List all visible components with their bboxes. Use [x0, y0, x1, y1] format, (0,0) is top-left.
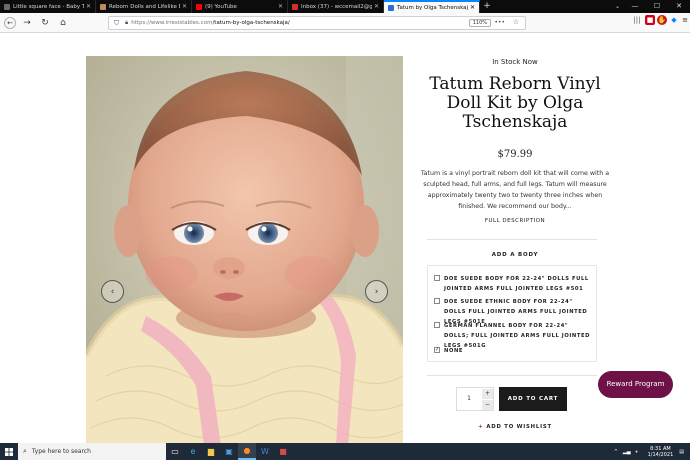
- product-price: $79.99: [497, 149, 533, 160]
- tab-list-icon[interactable]: ⌄: [615, 0, 620, 13]
- option-label: DOE SUEDE BODY FOR 22-24" DOLLS FULL JOI…: [444, 276, 589, 292]
- gmail-icon: [292, 3, 298, 10]
- volume-icon[interactable]: 🔈︎: [636, 449, 639, 455]
- navigation-bar: ← → ↻ ⌂ ⛉ 🔒︎ https://www.irresistables.c…: [0, 13, 690, 33]
- close-icon[interactable]: ✕: [182, 3, 187, 10]
- quantity-stepper: 1 + −: [456, 387, 494, 411]
- extension-shield-icon[interactable]: ◆: [669, 15, 679, 25]
- menu-icon[interactable]: ≡: [680, 15, 690, 25]
- clock[interactable]: 8:31 AM 1/14/2021: [648, 446, 674, 458]
- home-icon[interactable]: ⌂: [56, 16, 70, 30]
- option-label: NONE: [444, 348, 464, 354]
- chevron-up-icon[interactable]: ^: [614, 449, 618, 455]
- checkbox[interactable]: [434, 275, 440, 281]
- close-icon[interactable]: ✕: [86, 3, 91, 10]
- tab-label: Tatum by Olga Tschenskaja: [397, 4, 468, 11]
- close-icon[interactable]: ✕: [278, 3, 283, 10]
- bookmark-star-icon[interactable]: ☆: [513, 18, 519, 26]
- tab-reborn-dolls[interactable]: Reborn Dolls and Lifelike Baby ✕: [96, 0, 192, 13]
- page-favicon-icon: [4, 3, 10, 10]
- body-option-none[interactable]: ✓ NONE: [434, 346, 592, 356]
- quantity-decrease-button[interactable]: −: [482, 400, 493, 410]
- tab-strip: Little square face - Baby Talk - Bour ✕ …: [0, 0, 690, 13]
- address-bar[interactable]: ⛉ 🔒︎ https://www.irresistables.com/tatum…: [108, 16, 526, 30]
- youtube-icon: [196, 3, 202, 10]
- close-window-icon[interactable]: ✕: [668, 0, 690, 13]
- body-option-501[interactable]: DOE SUEDE BODY FOR 22-24" DOLLS FULL JOI…: [434, 274, 592, 294]
- product-photo: [86, 56, 403, 443]
- add-to-cart-button[interactable]: ADD TO CART: [499, 387, 567, 411]
- window-controls: — ☐ ✕: [624, 0, 690, 13]
- extension-adblock-icon[interactable]: ✋: [657, 15, 667, 25]
- app-icon[interactable]: ■: [274, 443, 292, 460]
- zoom-level-button[interactable]: 110%: [468, 19, 491, 27]
- new-tab-button[interactable]: +: [480, 0, 494, 13]
- system-tray: ^ ▂▄ 🔈︎ 8:31 AM 1/14/2021 ▤: [614, 443, 684, 460]
- clock-date: 1/14/2021: [647, 451, 674, 458]
- tab-gmail[interactable]: Inbox (37) - wccemail2@gmail ✕: [288, 0, 384, 13]
- page-favicon-icon: [100, 3, 106, 10]
- edge-icon[interactable]: e: [184, 443, 202, 460]
- quantity-increase-button[interactable]: +: [482, 389, 493, 399]
- minimize-icon[interactable]: —: [624, 0, 646, 13]
- clock-time: 8:31 AM: [650, 445, 671, 452]
- divider: [427, 239, 597, 240]
- chevron-right-icon: ›: [374, 286, 379, 297]
- checkbox-checked[interactable]: ✓: [434, 347, 440, 353]
- windows-start-icon[interactable]: [0, 443, 18, 460]
- divider: [427, 375, 597, 376]
- taskbar-search-box[interactable]: ⌕ Type here to search: [18, 443, 166, 460]
- search-icon: ⌕: [23, 447, 27, 455]
- add-body-heading: ADD A BODY: [491, 252, 539, 258]
- reload-icon[interactable]: ↻: [38, 16, 52, 30]
- firefox-icon[interactable]: ●: [238, 443, 256, 460]
- url-text[interactable]: https://www.irresistables.com/tatum-by-o…: [131, 20, 290, 26]
- body-options-list: DOE SUEDE BODY FOR 22-24" DOLLS FULL JOI…: [427, 265, 597, 362]
- checkbox[interactable]: [434, 322, 440, 328]
- web-page: ‹ › In Stock Now Tatum Reborn Vinyl Doll…: [0, 34, 690, 443]
- network-icon[interactable]: ▂▄: [623, 449, 631, 455]
- library-icon[interactable]: |||: [632, 15, 642, 25]
- tab-label: Reborn Dolls and Lifelike Baby: [109, 3, 180, 10]
- previous-image-button[interactable]: ‹: [101, 280, 124, 303]
- back-icon[interactable]: ←: [4, 16, 16, 29]
- quantity-input[interactable]: 1: [457, 388, 481, 410]
- tab-label: Little square face - Baby Talk - Bour: [13, 3, 84, 10]
- full-description-link[interactable]: FULL DESCRIPTION: [420, 218, 610, 224]
- tab-youtube[interactable]: (9) YouTube ✕: [192, 0, 288, 13]
- close-icon[interactable]: ✕: [470, 4, 475, 11]
- page-actions-icon[interactable]: •••: [494, 19, 505, 26]
- page-favicon-icon: [388, 4, 394, 11]
- stock-status: In Stock Now: [492, 58, 538, 66]
- search-placeholder: Type here to search: [31, 448, 91, 455]
- store-icon[interactable]: ▣: [220, 443, 238, 460]
- tab-tatum[interactable]: Tatum by Olga Tschenskaja ✕: [384, 0, 480, 13]
- tab-label: (9) YouTube: [205, 3, 237, 10]
- forward-icon[interactable]: →: [20, 16, 34, 30]
- tab-label: Inbox (37) - wccemail2@gmail: [301, 3, 372, 10]
- lock-icon[interactable]: 🔒︎: [125, 19, 128, 27]
- close-icon[interactable]: ✕: [374, 3, 379, 10]
- shield-icon[interactable]: ⛉: [114, 19, 121, 27]
- product-description: Tatum is a vinyl portrait reborn doll ki…: [420, 170, 610, 210]
- plus-icon: +: [478, 424, 484, 430]
- maximize-icon[interactable]: ☐: [646, 0, 668, 13]
- product-title: Tatum Reborn Vinyl Doll Kit by Olga Tsch…: [429, 74, 601, 132]
- notifications-icon[interactable]: ▤: [679, 449, 684, 455]
- extension-red-icon[interactable]: ■: [645, 15, 655, 25]
- word-icon[interactable]: W: [256, 443, 274, 460]
- doll-image: [86, 56, 403, 443]
- tab-baby-talk[interactable]: Little square face - Baby Talk - Bour ✕: [0, 0, 96, 13]
- reward-program-button[interactable]: Reward Program: [598, 371, 673, 398]
- url-path: /tatum-by-olga-tschenskaja/: [212, 20, 290, 26]
- chevron-left-icon: ‹: [110, 286, 115, 297]
- wishlist-label: ADD TO WISHLIST: [486, 424, 552, 430]
- next-image-button[interactable]: ›: [365, 280, 388, 303]
- add-to-wishlist-link[interactable]: + ADD TO WISHLIST: [420, 424, 610, 430]
- url-domain: https://www.irresistables.com: [131, 20, 213, 26]
- file-explorer-icon[interactable]: ▆: [202, 443, 220, 460]
- task-view-icon[interactable]: ▭: [166, 443, 184, 460]
- taskbar: ⌕ Type here to search ▭ e ▆ ▣ ● W ■ ^ ▂▄…: [0, 443, 690, 460]
- checkbox[interactable]: [434, 298, 440, 304]
